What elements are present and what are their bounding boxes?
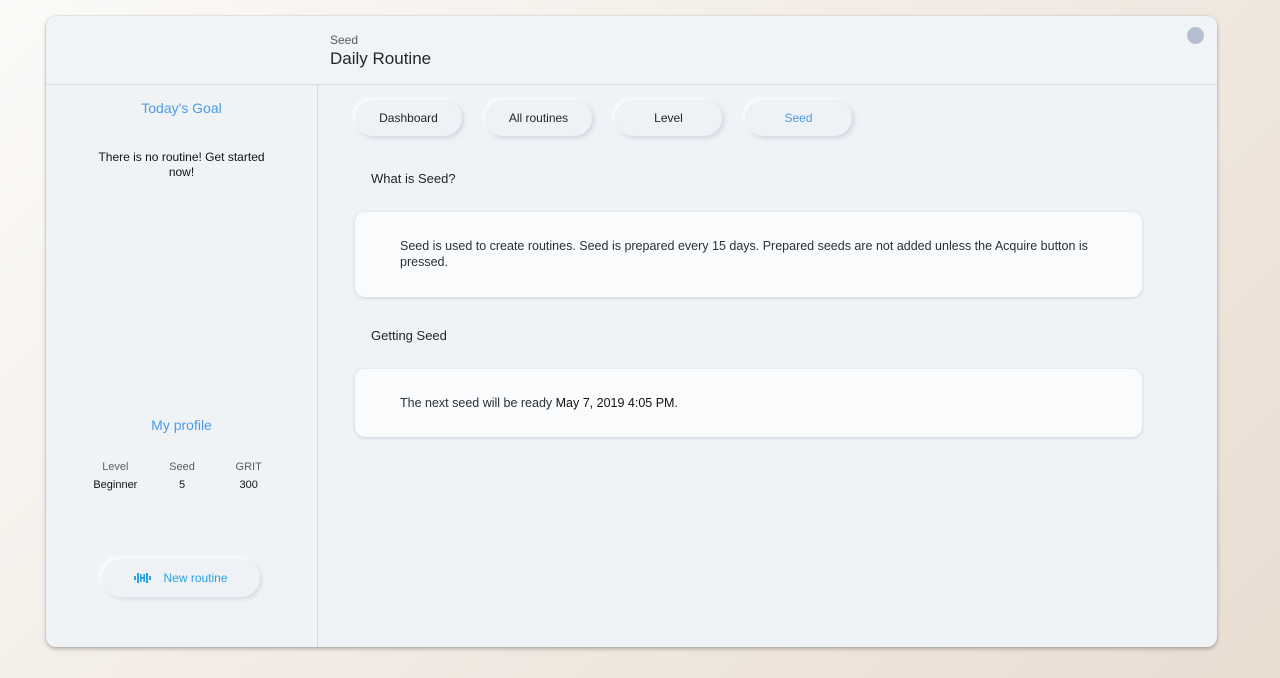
what-is-seed-text: Seed is used to create routines. Seed is… (400, 239, 1088, 269)
stat-label: Seed (169, 461, 195, 473)
tab-dashboard[interactable]: Dashboard (355, 100, 462, 136)
header: Seed Daily Routine (46, 16, 1217, 85)
next-seed-prefix: The next seed will be ready (400, 396, 556, 410)
stat-value: 300 (239, 479, 258, 491)
what-is-seed-card: Seed is used to create routines. Seed is… (355, 212, 1142, 297)
next-seed-date: May 7, 2019 4:05 PM (555, 396, 675, 410)
page-subtitle: Seed (330, 33, 359, 47)
app-window: Seed Daily Routine Today's Goal There is… (46, 16, 1217, 647)
next-seed-suffix: . (674, 396, 678, 410)
stat-seed: Seed 5 (149, 461, 216, 491)
profile-stats: Level Beginner Seed 5 GRIT 300 (82, 461, 282, 491)
what-is-seed-heading: What is Seed? (371, 171, 456, 186)
getting-seed-heading: Getting Seed (371, 328, 447, 343)
getting-seed-card: The next seed will be ready May 7, 2019 … (355, 369, 1142, 437)
window-control-button[interactable] (1187, 27, 1204, 44)
stat-label: Level (102, 461, 129, 473)
stat-grit: GRIT 300 (215, 461, 282, 491)
dumbbell-icon (134, 572, 152, 584)
stat-label: GRIT (235, 461, 262, 473)
tab-seed[interactable]: Seed (745, 100, 852, 136)
nav-tabs: Dashboard All routines Level Seed (355, 100, 852, 136)
main-content: Dashboard All routines Level Seed What i… (318, 85, 1217, 647)
new-routine-label: New routine (163, 571, 228, 585)
tab-level[interactable]: Level (615, 100, 722, 136)
stat-value: Beginner (93, 479, 138, 491)
sidebar: Today's Goal There is no routine! Get st… (46, 85, 318, 647)
stat-value: 5 (178, 479, 186, 491)
todays-goal-text: There is no routine! Get started now! (98, 150, 265, 179)
todays-goal-heading: Today's Goal (141, 100, 222, 116)
new-routine-button[interactable]: New routine (102, 559, 260, 597)
next-seed-text: The next seed will be ready May 7, 2019 … (400, 395, 1097, 411)
stat-level: Level Beginner (82, 461, 149, 491)
tab-all-routines[interactable]: All routines (485, 100, 592, 136)
page-title: Daily Routine (330, 49, 432, 68)
my-profile-heading: My profile (151, 417, 212, 433)
